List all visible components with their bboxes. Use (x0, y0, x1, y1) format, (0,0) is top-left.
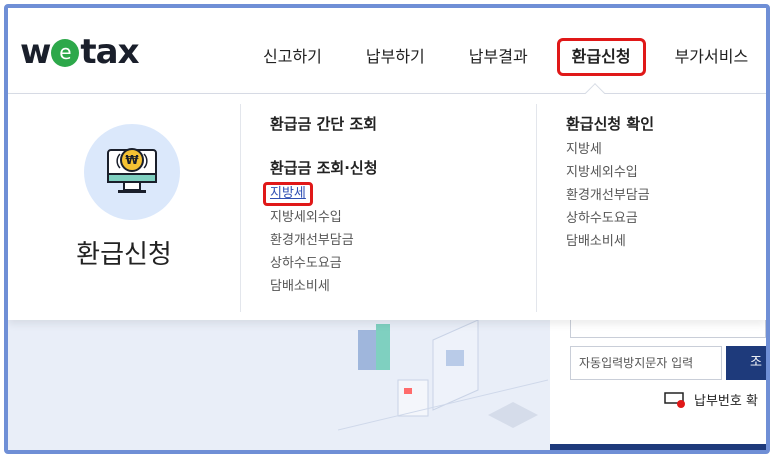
panel-input-top[interactable] (570, 320, 766, 338)
nav-refund[interactable]: 환급신청 (556, 38, 646, 76)
confirm-item-water-fee[interactable]: 상하수도요금 (566, 207, 654, 230)
confirm-item-tobacco-tax[interactable]: 담배소비세 (566, 230, 654, 253)
refund-monitor-icon: ₩ (84, 124, 180, 220)
menu-refund-confirm[interactable]: 환급신청 확인 (566, 114, 654, 134)
menu-simple-refund-lookup[interactable]: 환급금 간단 조회 (270, 114, 378, 134)
panel-bottom-bar (550, 444, 766, 450)
logo-suffix: tax (80, 32, 139, 72)
menu-item-environment-charge[interactable]: 환경개선부담금 (270, 229, 378, 252)
lookup-button[interactable]: 조 (726, 346, 766, 380)
payment-number-label: 납부번호 확 (694, 394, 758, 409)
menu-item-wrap: 지방세 (263, 182, 378, 206)
menu-refund-lookup-apply[interactable]: 환급금 조회·신청 (270, 158, 378, 178)
menu-item-tobacco-tax[interactable]: 담배소비세 (270, 275, 378, 298)
nav-extra-services[interactable]: 부가서비스 (660, 38, 764, 76)
confirm-item-environment-charge[interactable]: 환경개선부담금 (566, 184, 654, 207)
site-header: w e tax 신고하기 납부하기 납부결과 환급신청 부가서비스 (8, 8, 766, 94)
logo-prefix: w (20, 32, 51, 72)
menu-intro: ₩ 환급신청 (8, 94, 240, 320)
nav-pay-result[interactable]: 납부결과 (454, 38, 543, 76)
nav-pay[interactable]: 납부하기 (351, 38, 440, 76)
building-illustration (338, 320, 548, 431)
menu-column-refund: 환급금 간단 조회 환급금 조회·신청 지방세 지방세외수입 환경개선부담금 상… (263, 114, 378, 298)
confirm-item-local-tax[interactable]: 지방세 (566, 138, 654, 161)
menu-title: 환급신청 (76, 240, 172, 270)
main-nav: 신고하기 납부하기 납부결과 환급신청 부가서비스 (248, 38, 766, 76)
menu-divider-1 (240, 104, 241, 312)
svg-text:₩: ₩ (125, 153, 139, 167)
logo-e-circle: e (51, 39, 80, 67)
menu-column-confirm: 환급신청 확인 지방세 지방세외수입 환경개선부담금 상하수도요금 담배소비세 (566, 114, 654, 253)
menu-item-non-tax-revenue[interactable]: 지방세외수입 (270, 206, 378, 229)
menu-item-water-fee[interactable]: 상하수도요금 (270, 252, 378, 275)
menu-item-local-tax[interactable]: 지방세 (263, 182, 313, 206)
login-panel (550, 320, 766, 450)
captcha-input[interactable]: 자동입력방지문자 입력 (570, 346, 722, 380)
payment-number-link[interactable]: 납부번호 확 (664, 390, 758, 409)
nav-report[interactable]: 신고하기 (248, 38, 337, 76)
menu-divider-2 (536, 104, 537, 312)
refund-mega-menu: ₩ 환급신청 환급금 간단 조회 환급금 조회·신청 지방세 지방세외수입 환경… (8, 94, 766, 320)
payment-number-icon (664, 391, 686, 408)
confirm-item-non-tax-revenue[interactable]: 지방세외수입 (566, 161, 654, 184)
screenshot-frame: 자동입력방지문자 입력 조 납부번호 확 w e tax 신고하기 납부하기 납… (4, 4, 770, 454)
wetax-logo[interactable]: w e tax (20, 32, 140, 72)
